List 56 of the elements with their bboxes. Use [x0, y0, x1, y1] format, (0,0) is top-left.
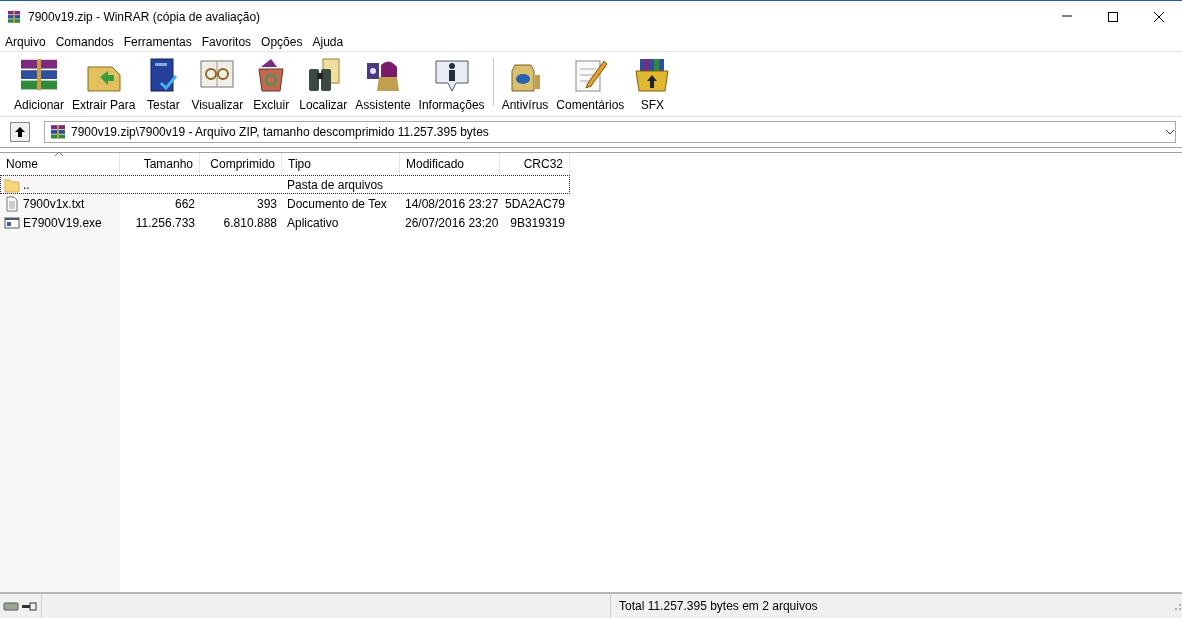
- folder-icon: [4, 176, 20, 193]
- menu-item[interactable]: Comandos: [50, 34, 119, 49]
- table-cell: 6.810.888: [223, 215, 277, 230]
- archive-books-icon: [49, 123, 67, 141]
- toolbar-button[interactable]: Antivírus: [497, 52, 553, 116]
- toolbar-button[interactable]: Visualizar: [187, 52, 248, 116]
- column-header[interactable]: Tamanho: [120, 153, 200, 175]
- maximize-icon: [1107, 10, 1119, 23]
- column-header[interactable]: Tipo: [282, 153, 400, 175]
- column-header[interactable]: Nome: [0, 153, 120, 175]
- file-row[interactable]: E7900V19.exe 11.256.733 6.810.888 Aplicativo 26/07/2016 23:20 9B319319: [0, 213, 1182, 232]
- up-arrow-icon: [14, 126, 26, 138]
- archive-books-icon: [6, 8, 22, 25]
- file-row[interactable]: .. Pasta de arquivos: [0, 175, 570, 194]
- toolbar-button[interactable]: Comentários: [552, 52, 629, 116]
- column-header[interactable]: Comprimido: [200, 153, 282, 175]
- application-icon: [4, 214, 20, 231]
- key-icon: [21, 601, 37, 611]
- dropdown-caret-icon: [1165, 129, 1175, 135]
- table-cell: Pasta de arquivos: [287, 177, 384, 192]
- path-dropdown[interactable]: 7900v19.zip\7900v19 - Arquivo ZIP, tamanho descomprimido 11.257.395 bytes: [44, 121, 1176, 143]
- table-cell: Aplicativo: [287, 215, 339, 230]
- toolbar-button[interactable]: Assistente: [351, 52, 415, 116]
- table-cell: 26/07/2016 23:20: [405, 215, 499, 230]
- table-cell: 5DA2AC79: [505, 196, 566, 211]
- table-cell: 662: [174, 196, 195, 211]
- table-cell: 11.256.733: [135, 215, 195, 230]
- toolbar-button[interactable]: Localizar: [295, 52, 352, 116]
- toolbar-button[interactable]: Excluir: [247, 52, 296, 116]
- toolbar-button[interactable]: Adicionar: [10, 52, 69, 116]
- toolbar-button[interactable]: Testar: [139, 52, 188, 116]
- toolbar-button[interactable]: Informações: [414, 52, 489, 116]
- menu-item[interactable]: Ajuda: [307, 34, 349, 49]
- file-name: ..: [23, 177, 30, 192]
- close-icon: [1153, 10, 1165, 23]
- menu-item[interactable]: Arquivo: [0, 34, 51, 49]
- file-name: E7900V19.exe: [23, 215, 102, 230]
- table-cell: 9B319319: [510, 215, 565, 230]
- column-header[interactable]: Modificado: [400, 153, 500, 175]
- column-header[interactable]: CRC32: [500, 153, 570, 175]
- file-row[interactable]: 7900v1x.txt 662 393 Documento de Tex 14/08/2016 23:27 5DA2AC79: [0, 194, 1182, 213]
- menu-item[interactable]: Favoritos: [196, 34, 257, 49]
- up-folder-button[interactable]: [10, 122, 30, 142]
- text-file-icon: [4, 195, 20, 212]
- table-cell: Documento de Tex: [287, 196, 387, 211]
- window-title: 7900v19.zip - WinRAR (cópia de avaliação): [28, 9, 261, 24]
- drive-icon: [3, 601, 19, 611]
- table-cell: 393: [256, 196, 277, 211]
- file-name: 7900v1x.txt: [23, 196, 85, 211]
- menu-item[interactable]: Ferramentas: [118, 34, 197, 49]
- resize-grip-icon: [1172, 601, 1182, 611]
- toolbar-button[interactable]: Extrair Para: [68, 52, 140, 116]
- status-text: Total 11.257.395 bytes em 2 arquivos: [618, 599, 819, 613]
- menu-item[interactable]: Opções: [256, 34, 308, 49]
- toolbar-button[interactable]: SFX: [628, 52, 677, 116]
- table-cell: 14/08/2016 23:27: [405, 196, 499, 211]
